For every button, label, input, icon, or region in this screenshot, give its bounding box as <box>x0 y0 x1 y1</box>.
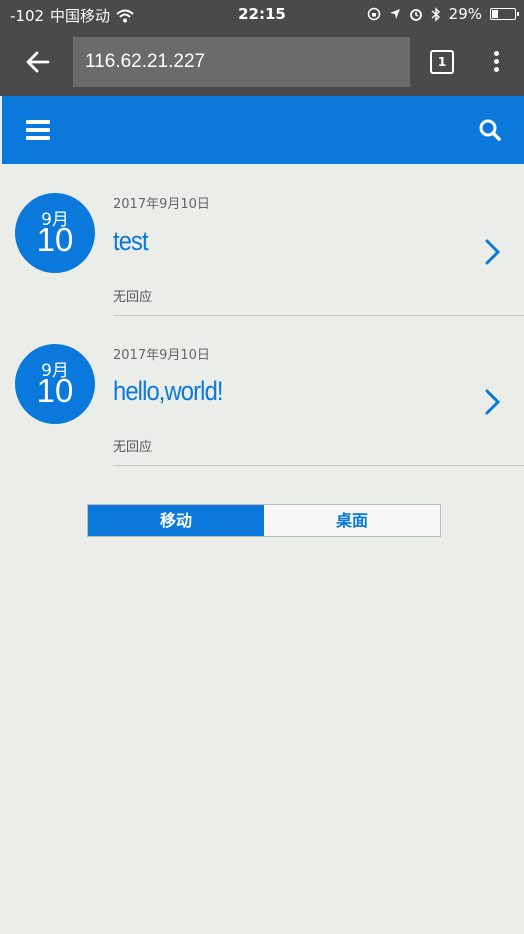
search-icon[interactable] <box>478 118 502 142</box>
rotation-lock-icon <box>367 7 380 21</box>
app-header <box>2 96 524 164</box>
url-bar[interactable]: 116.62.21.227 <box>73 37 410 87</box>
post-divider <box>113 315 524 316</box>
date-badge: 9月 10 <box>15 193 95 273</box>
bluetooth-icon <box>431 6 440 22</box>
more-dot <box>494 67 499 72</box>
view-mode-toggle: 移动 桌面 <box>87 504 441 537</box>
date-badge-day: 10 <box>36 372 74 409</box>
desktop-view-button[interactable]: 桌面 <box>264 505 440 536</box>
post-item[interactable]: 9月 10 2017年9月10日 hello,world! 无回应 <box>0 330 524 480</box>
post-date: 2017年9月10日 <box>113 348 210 363</box>
post-item[interactable]: 9月 10 2017年9月10日 test 无回应 <box>0 180 524 330</box>
alarm-icon <box>409 9 422 21</box>
battery-percent: 29% <box>448 5 482 23</box>
hamburger-menu-icon[interactable] <box>26 120 50 140</box>
mobile-view-button[interactable]: 移动 <box>88 505 264 536</box>
more-options-icon[interactable] <box>486 48 506 76</box>
post-title[interactable]: test <box>113 226 149 257</box>
post-reply-count: 无回应 <box>113 290 153 305</box>
more-dot <box>494 51 499 56</box>
back-arrow-icon[interactable] <box>24 48 52 76</box>
date-badge: 9月 10 <box>15 344 95 424</box>
post-title[interactable]: hello,world! <box>113 376 224 407</box>
post-date: 2017年9月10日 <box>113 197 210 212</box>
location-icon <box>389 9 400 19</box>
status-bar: -102 中国移动 22:15 29% <box>0 0 524 28</box>
date-badge-day: 10 <box>36 221 74 258</box>
battery-icon <box>490 8 519 20</box>
battery-tip <box>517 12 519 16</box>
more-dot <box>494 59 499 64</box>
status-right: 29% <box>367 5 519 23</box>
tab-switcher-button[interactable]: 1 <box>430 50 454 74</box>
chevron-right-icon[interactable] <box>484 388 502 416</box>
post-divider <box>113 465 524 466</box>
chevron-right-icon[interactable] <box>484 238 502 266</box>
battery-level-fill <box>492 10 498 18</box>
post-reply-count: 无回应 <box>113 440 153 455</box>
browser-toolbar: 116.62.21.227 1 <box>0 28 524 96</box>
